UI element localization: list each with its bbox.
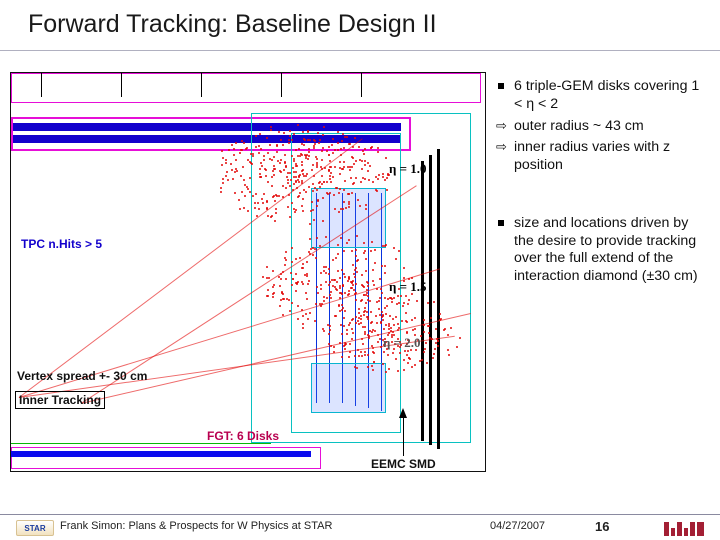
spacer [498,179,708,215]
eta-label: η = 1.0 [389,161,427,177]
eemc-label: EEMC SMD [371,457,436,471]
slide: Forward Tracking: Baseline Design II [0,0,720,540]
tick [201,73,202,97]
bullet-item: size and locations driven by the desire … [498,215,708,286]
eemc-bar [429,155,432,445]
footer: STAR Frank Simon: Plans & Prospects for … [0,514,720,540]
fgt-label: FGT: 6 Disks [207,429,279,443]
bullet-list: 6 triple-GEM disks covering 1 < η < 2 ou… [498,78,708,290]
arrow-head-icon [399,408,407,418]
footer-page-number: 16 [595,519,609,534]
detector-figure: η = 1.0 η = 1.5 η = 2.0 TPC n.Hits > 5 V… [10,72,486,472]
arrow-item: outer radius ~ 43 cm [498,118,708,136]
tick [41,73,42,97]
arrow-item: inner radius varies with z position [498,139,708,175]
inner-tracking-label: Inner Tracking [15,391,105,409]
divider [0,50,720,51]
eemc-bar [421,161,424,441]
tpc-label: TPC n.Hits > 5 [21,237,102,251]
eta-label: η = 2.0 [383,335,421,351]
bullet-item: 6 triple-GEM disks covering 1 < η < 2 [498,78,708,114]
green-line [11,443,271,444]
footer-author: Frank Simon: Plans & Prospects for W Phy… [60,520,332,532]
tick [281,73,282,97]
eemc-bar [437,149,440,449]
footer-date: 04/27/2007 [490,520,545,532]
star-logo: STAR [16,520,54,536]
tick [361,73,362,97]
tick [121,73,122,97]
eta-label: η = 1.5 [389,279,427,295]
vertex-label: Vertex spread +- 30 cm [17,369,147,383]
page-title: Forward Tracking: Baseline Design II [28,10,437,39]
disk-region [311,363,386,413]
blue-band [11,451,311,457]
mit-logo [664,518,704,536]
magenta-frame [11,73,481,103]
arrow-line [403,416,404,456]
